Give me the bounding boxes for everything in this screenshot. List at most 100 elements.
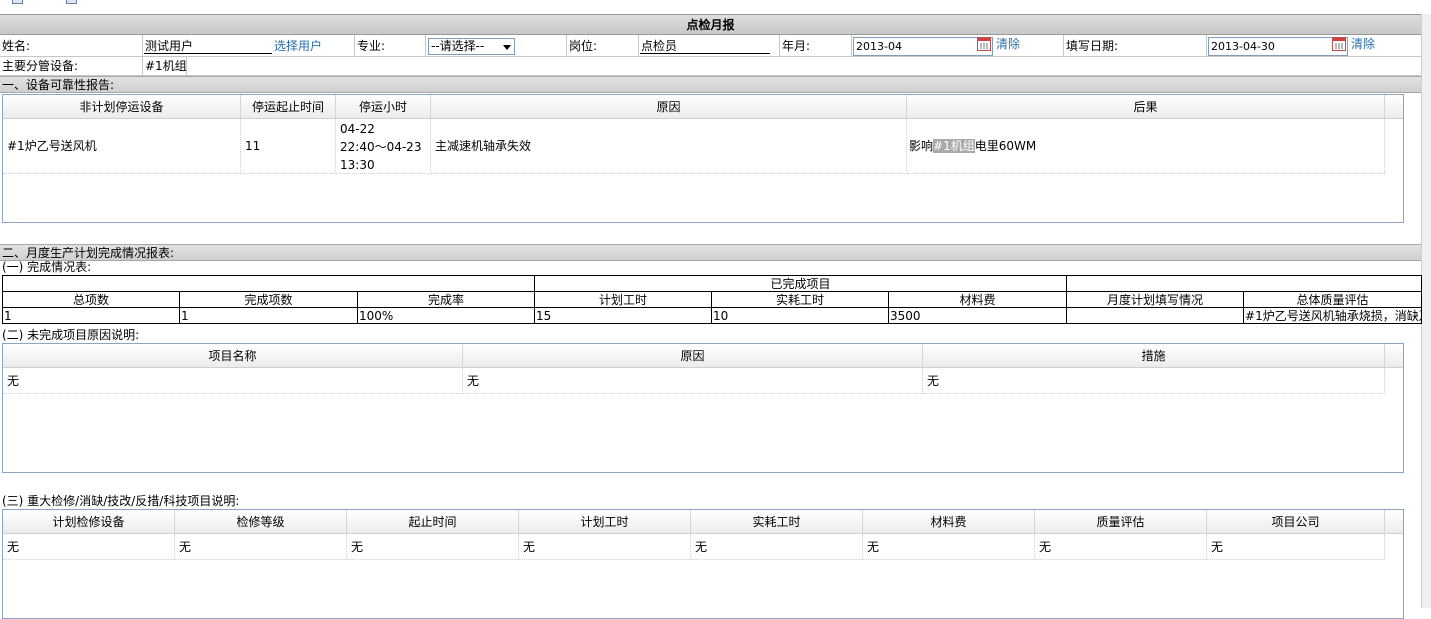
result-highlight: #1机组 bbox=[933, 139, 975, 153]
chevron-down-icon bbox=[503, 45, 511, 50]
table-row: 1 1 100% 15 10 3500 #1炉乙号送风机轴承烧损，消缺及 bbox=[2, 307, 1423, 324]
header-plan-status: 月度计划填写情况 bbox=[1066, 291, 1245, 308]
month-label: 年月: bbox=[780, 35, 852, 57]
cell-reason: 主减速机轴承失效 bbox=[431, 119, 907, 174]
col-header-project-name[interactable]: 项目名称 bbox=[3, 344, 463, 368]
toolbar-strip bbox=[0, 0, 1431, 14]
name-label: 姓名: bbox=[0, 35, 143, 57]
col-header-reason[interactable]: 原因 bbox=[463, 344, 923, 368]
col-header-plan-hours[interactable]: 计划工时 bbox=[519, 510, 691, 534]
empty-group-cell bbox=[1066, 275, 1423, 292]
vertical-scrollbar[interactable] bbox=[1421, 14, 1431, 608]
col-header-equipment[interactable]: 非计划停运设备 bbox=[3, 95, 241, 119]
month-cell: 2013-04 清除 bbox=[852, 35, 1064, 57]
header-done: 完成项数 bbox=[179, 291, 358, 308]
col-header-measure[interactable]: 措施 bbox=[923, 344, 1385, 368]
hours-line: 13:30 bbox=[340, 158, 375, 172]
header-actual-hours: 实耗工时 bbox=[711, 291, 889, 308]
hours-line: 22:40～04-23 bbox=[340, 140, 422, 154]
cell-plan-hours: 无 bbox=[519, 534, 691, 560]
equipment-label: 主要分管设备: bbox=[0, 57, 143, 76]
value-total[interactable]: 1 bbox=[2, 307, 180, 324]
col-header-result[interactable]: 后果 bbox=[907, 95, 1385, 119]
col-header-level[interactable]: 检修等级 bbox=[175, 510, 347, 534]
completed-group-header: 已完成项目 bbox=[533, 275, 1068, 292]
major-select-value: --请选择-- bbox=[431, 39, 485, 53]
equipment-value[interactable]: #1机组 bbox=[143, 57, 187, 76]
major-label: 专业: bbox=[355, 35, 426, 57]
month-input[interactable]: 2013-04 bbox=[853, 37, 993, 56]
cell-quality: 无 bbox=[1035, 534, 1207, 560]
name-field[interactable]: 测试用户 bbox=[144, 38, 272, 54]
sub-major-title: (三) 重大检修/消缺/技改/反措/科技项目说明: bbox=[2, 494, 240, 508]
completion-table: 已完成项目 总项数 完成项数 完成率 计划工时 实耗工时 材料费 月度计划填写情… bbox=[2, 275, 1423, 324]
result-suffix: 电里60WM bbox=[974, 139, 1037, 153]
header-rate: 完成率 bbox=[357, 291, 535, 308]
cell-equipment: #1炉乙号送风机 bbox=[3, 119, 241, 174]
col-header-quality[interactable]: 质量评估 bbox=[1035, 510, 1207, 534]
post-cell: 点检员 bbox=[639, 35, 780, 57]
header-quality: 总体质量评估 bbox=[1243, 291, 1423, 308]
incomplete-grid-header: 项目名称 原因 措施 bbox=[3, 344, 1403, 368]
col-header-reason[interactable]: 原因 bbox=[431, 95, 907, 119]
name-cell: 测试用户 选择用户 bbox=[143, 35, 355, 57]
value-plan-status[interactable] bbox=[1066, 307, 1245, 324]
cell-plan-equipment: 无 bbox=[3, 534, 175, 560]
empty-group-cell bbox=[2, 275, 535, 292]
value-material[interactable]: 3500 bbox=[887, 307, 1068, 324]
col-header-hours[interactable]: 停运小时 bbox=[336, 95, 431, 119]
value-done[interactable]: 1 bbox=[179, 307, 358, 324]
cell-start-end: 11 bbox=[241, 119, 336, 174]
sub-completion-title: (一) 完成情况表: bbox=[2, 260, 92, 274]
month-value: 2013-04 bbox=[856, 40, 902, 53]
fill-date-clear-link[interactable]: 清除 bbox=[1351, 35, 1375, 55]
major-projects-grid: 计划检修设备 检修等级 起止时间 计划工时 实耗工时 材料费 质量评估 项目公司… bbox=[2, 509, 1404, 619]
equipment-row: 主要分管设备: #1机组 bbox=[0, 57, 1421, 76]
fill-date-value: 2013-04-30 bbox=[1211, 40, 1275, 53]
sub-incomplete-title: (二) 未完成项目原因说明: bbox=[2, 328, 140, 342]
calendar-icon[interactable] bbox=[977, 37, 991, 51]
cell-level: 无 bbox=[175, 534, 347, 560]
cell-project-name: 无 bbox=[3, 368, 463, 394]
post-label: 岗位: bbox=[567, 35, 639, 57]
col-header-period[interactable]: 起止时间 bbox=[347, 510, 519, 534]
incomplete-grid: 项目名称 原因 措施 无 无 无 bbox=[2, 343, 1404, 473]
major-select[interactable]: --请选择-- bbox=[428, 38, 515, 55]
value-actual-hours[interactable]: 10 bbox=[711, 307, 889, 324]
select-user-link[interactable]: 选择用户 bbox=[274, 35, 322, 57]
col-header-plan-equipment[interactable]: 计划检修设备 bbox=[3, 510, 175, 534]
reliability-grid: 非计划停运设备 停运起止时间 停运小时 原因 后果 #1炉乙号送风机 11 04… bbox=[2, 94, 1404, 223]
cell-measure: 无 bbox=[923, 368, 1385, 394]
cell-company: 无 bbox=[1207, 534, 1385, 560]
post-field[interactable]: 点检员 bbox=[640, 38, 770, 54]
fill-date-cell: 2013-04-30 清除 bbox=[1207, 35, 1421, 57]
major-cell: --请选择-- bbox=[426, 35, 567, 57]
cell-hours: 04-22 22:40～04-23 13:30 bbox=[336, 119, 431, 174]
toolbar-icon-2[interactable] bbox=[66, 0, 77, 4]
col-header-material[interactable]: 材料费 bbox=[863, 510, 1035, 534]
value-plan-hours[interactable]: 15 bbox=[534, 307, 712, 324]
header-total: 总项数 bbox=[2, 291, 180, 308]
header-plan-hours: 计划工时 bbox=[534, 291, 712, 308]
header-material: 材料费 bbox=[887, 291, 1068, 308]
col-header-start-end[interactable]: 停运起止时间 bbox=[241, 95, 336, 119]
page-title: 点检月报 bbox=[0, 14, 1421, 35]
value-quality[interactable]: #1炉乙号送风机轴承烧损，消缺及 bbox=[1243, 307, 1423, 324]
col-header-company[interactable]: 项目公司 bbox=[1207, 510, 1385, 534]
value-rate[interactable]: 100% bbox=[357, 307, 535, 324]
hours-line: 04-22 bbox=[340, 122, 375, 136]
calendar-icon[interactable] bbox=[1332, 37, 1346, 51]
fill-date-label: 填写日期: bbox=[1064, 35, 1207, 57]
fill-date-input[interactable]: 2013-04-30 bbox=[1208, 37, 1348, 56]
month-clear-link[interactable]: 清除 bbox=[996, 35, 1020, 55]
cell-reason: 无 bbox=[463, 368, 923, 394]
col-header-actual-hours[interactable]: 实耗工时 bbox=[691, 510, 863, 534]
cell-period: 无 bbox=[347, 534, 519, 560]
info-row: 姓名: 测试用户 选择用户 专业: --请选择-- 岗位: 点检员 年月: 20… bbox=[0, 35, 1421, 57]
cell-material: 无 bbox=[863, 534, 1035, 560]
cell-actual-hours: 无 bbox=[691, 534, 863, 560]
toolbar-icon-1[interactable] bbox=[12, 0, 23, 4]
cell-result: 影响#1机组电里60WM bbox=[907, 119, 1385, 174]
result-prefix: 影响 bbox=[909, 139, 934, 153]
major-grid-header: 计划检修设备 检修等级 起止时间 计划工时 实耗工时 材料费 质量评估 项目公司 bbox=[3, 510, 1403, 534]
